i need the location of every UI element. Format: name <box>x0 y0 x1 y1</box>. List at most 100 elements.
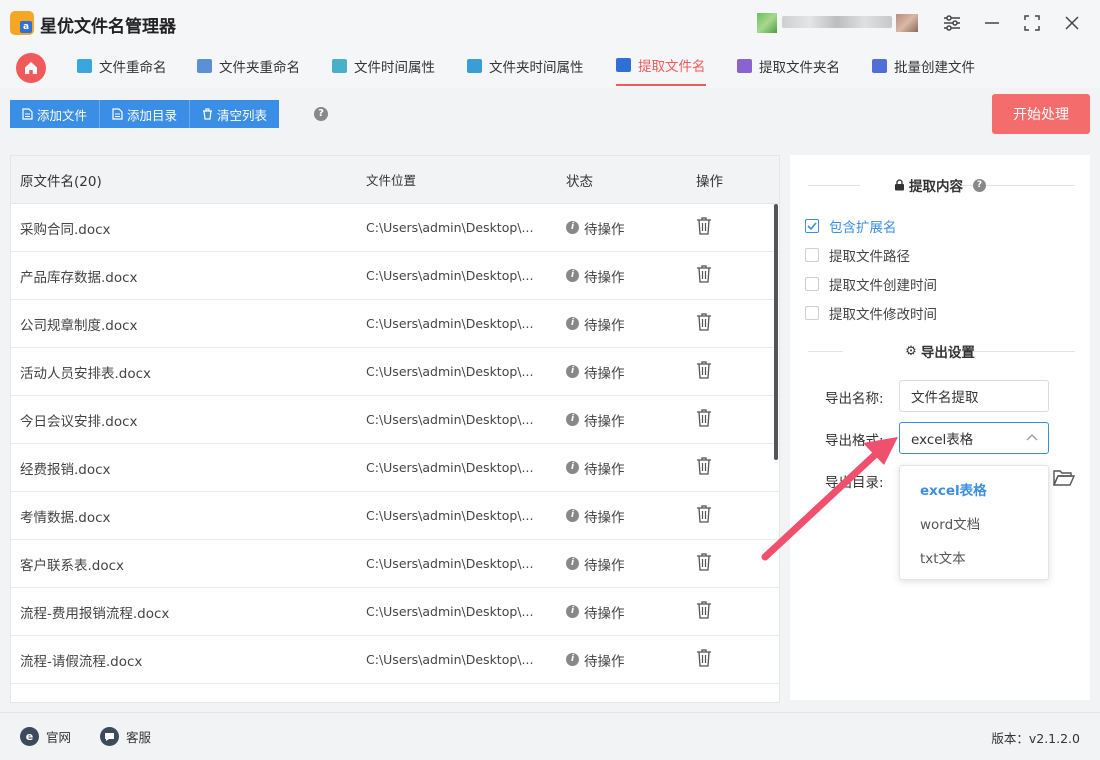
tab-batch-create[interactable]: 批量创建文件 <box>872 46 975 86</box>
row-operation <box>686 648 766 671</box>
tab-folder-time[interactable]: 文件夹时间属性 <box>467 46 584 86</box>
row-operation <box>686 408 766 431</box>
checkbox-extract-modified-time[interactable]: 提取文件修改时间 <box>805 303 937 323</box>
delete-icon[interactable] <box>696 360 712 379</box>
status-text: 待操作 <box>584 605 625 622</box>
delete-icon[interactable] <box>696 504 712 523</box>
info-icon: i <box>566 269 579 282</box>
row-status: i 待操作 <box>566 218 686 238</box>
export-name-input[interactable]: 文件名提取 <box>899 380 1049 412</box>
format-option-word[interactable]: word文档 <box>900 506 1048 540</box>
chat-icon <box>100 727 119 746</box>
close-icon[interactable] <box>1061 12 1083 34</box>
status-text: 待操作 <box>584 269 625 286</box>
export-format-label: 导出格式: <box>825 433 884 449</box>
row-location: C:\Users\admin\Desktop\... <box>366 460 534 475</box>
folder-time-icon <box>467 59 482 73</box>
row-status: i 待操作 <box>566 266 686 286</box>
user-avatar[interactable] <box>757 13 777 33</box>
table-row[interactable]: 采购合同.docx C:\Users\admin\Desktop\... i 待操作 <box>11 204 779 252</box>
tab-label: 文件夹重命名 <box>219 60 300 76</box>
add-directory-button[interactable]: 添加目录 <box>100 100 191 128</box>
clear-list-label: 清空列表 <box>217 107 268 123</box>
info-icon: i <box>566 413 579 426</box>
maximize-icon[interactable] <box>1021 12 1043 34</box>
app-title: 星优文件名管理器 <box>40 17 176 37</box>
support-link[interactable]: 客服 <box>100 727 151 746</box>
checkbox-include-extension[interactable]: 包含扩展名 <box>805 216 897 236</box>
website-link[interactable]: e 官网 <box>20 727 71 746</box>
row-location: C:\Users\admin\Desktop\... <box>366 316 534 331</box>
ie-icon: e <box>20 727 39 746</box>
delete-icon[interactable] <box>696 312 712 331</box>
checkbox-label: 提取文件创建时间 <box>829 278 937 294</box>
folder-rename-icon <box>197 59 212 73</box>
tab-file-time[interactable]: 文件时间属性 <box>332 46 435 86</box>
table-row[interactable]: 活动人员安排表.docx C:\Users\admin\Desktop\... i 待… <box>11 348 779 396</box>
status-bar: e 官网 客服 版本：v2.1.2.0 <box>0 712 1100 760</box>
row-status: i 待操作 <box>566 554 686 574</box>
tab-file-rename[interactable]: 文件重命名 <box>77 46 167 86</box>
settings-panel: 提取内容 ? 包含扩展名 提取文件路径 提取文件创建时间 提取文件修改时间 ⚙ … <box>790 155 1090 700</box>
status-text: 待操作 <box>584 509 625 526</box>
table-row[interactable]: 客户联系表.docx C:\Users\admin\Desktop\... i 待操作 <box>11 540 779 588</box>
start-processing-button[interactable]: 开始处理 <box>992 94 1090 134</box>
tab-bar: 文件重命名 文件夹重命名 文件时间属性 文件夹时间属性 提取文件名 提取文件夹名… <box>0 46 1100 88</box>
row-operation <box>686 552 766 575</box>
table-row[interactable]: 流程-请假流程.docx C:\Users\admin\Desktop\... i 待… <box>11 636 779 684</box>
row-location: C:\Users\admin\Desktop\... <box>366 508 534 523</box>
table-row[interactable]: 考情数据.docx C:\Users\admin\Desktop\... i 待操作 <box>11 492 779 540</box>
tab-extract-foldername[interactable]: 提取文件夹名 <box>737 46 840 86</box>
home-button[interactable] <box>16 53 46 83</box>
tab-label: 文件重命名 <box>99 60 167 76</box>
delete-icon[interactable] <box>696 264 712 283</box>
format-option-excel[interactable]: excel表格 <box>900 472 1048 506</box>
clear-list-button[interactable]: 清空列表 <box>190 100 280 128</box>
checkbox-icon <box>805 306 819 320</box>
row-operation <box>686 360 766 383</box>
add-file-button[interactable]: 添加文件 <box>10 100 101 128</box>
delete-icon[interactable] <box>696 552 712 571</box>
settings-icon[interactable] <box>941 12 963 34</box>
table-row[interactable]: 产品库存数据.docx C:\Users\admin\Desktop\... i 待操… <box>11 252 779 300</box>
table-row[interactable]: 流程-费用报销流程.docx C:\Users\admin\Desktop\...… <box>11 588 779 636</box>
file-time-icon <box>332 59 347 73</box>
table-scrollbar[interactable] <box>774 204 778 460</box>
table-row[interactable]: 公司规章制度.docx C:\Users\admin\Desktop\... i 待操… <box>11 300 779 348</box>
help-icon[interactable]: ? <box>314 107 328 121</box>
delete-icon[interactable] <box>696 456 712 475</box>
export-format-select[interactable]: excel表格 <box>899 422 1049 454</box>
batch-create-icon <box>872 59 887 73</box>
tab-folder-rename[interactable]: 文件夹重命名 <box>197 46 300 86</box>
row-status: i 待操作 <box>566 650 686 670</box>
tab-extract-filename[interactable]: 提取文件名 <box>616 46 706 86</box>
info-icon: i <box>566 317 579 330</box>
format-option-txt[interactable]: txt文本 <box>900 540 1048 574</box>
delete-icon[interactable] <box>696 216 712 235</box>
info-icon: i <box>566 653 579 666</box>
checkbox-extract-created-time[interactable]: 提取文件创建时间 <box>805 274 937 294</box>
checkbox-label: 包含扩展名 <box>829 220 897 236</box>
add-directory-label: 添加目录 <box>127 107 178 123</box>
table-row[interactable]: 经费报销.docx C:\Users\admin\Desktop\... i 待操作 <box>11 444 779 492</box>
row-filename: 活动人员安排表.docx <box>20 365 152 382</box>
help-icon[interactable]: ? <box>973 178 986 192</box>
row-filename: 客户联系表.docx <box>20 557 125 574</box>
delete-icon[interactable] <box>696 600 712 619</box>
header-filename[interactable]: 原文件名(20) <box>11 170 366 190</box>
delete-icon[interactable] <box>696 648 712 667</box>
table-row[interactable]: 今日会议安排.docx C:\Users\admin\Desktop\... i 待操… <box>11 396 779 444</box>
checkbox-label: 提取文件修改时间 <box>829 307 937 323</box>
row-location: C:\Users\admin\Desktop\... <box>366 412 534 427</box>
minimize-icon[interactable] <box>981 12 1003 34</box>
row-status: i 待操作 <box>566 314 686 334</box>
status-text: 待操作 <box>584 557 625 574</box>
checkbox-extract-path[interactable]: 提取文件路径 <box>805 245 910 265</box>
add-file-label: 添加文件 <box>37 107 88 123</box>
folder-open-icon[interactable] <box>1052 469 1076 491</box>
delete-icon[interactable] <box>696 408 712 427</box>
support-label: 客服 <box>126 730 152 745</box>
row-operation <box>686 456 766 479</box>
export-format-dropdown: excel表格 word文档 txt文本 <box>899 465 1049 580</box>
info-icon: i <box>566 221 579 234</box>
